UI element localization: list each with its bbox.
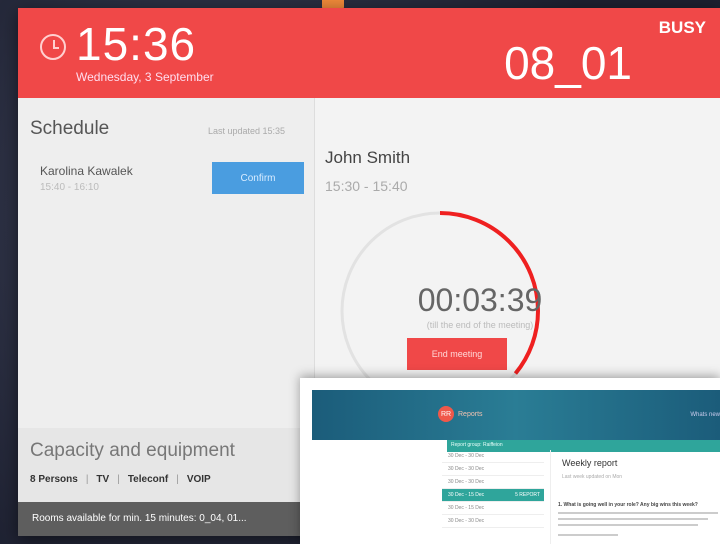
reports-logo: RR (438, 406, 454, 422)
countdown-timer: 00:03:39 (417, 282, 543, 318)
report-text-line (558, 524, 698, 526)
report-text-line (558, 512, 718, 514)
meeting-time: 15:30 - 15:40 (325, 178, 408, 194)
report-title: Weekly report (562, 458, 618, 468)
report-list-item[interactable]: 30 Dec - 15 Dec (442, 502, 544, 515)
report-list-item[interactable]: 30 Dec - 30 Dec (442, 515, 544, 528)
last-updated: Last updated 15:35 (208, 126, 286, 136)
equipment-separator: | (85, 474, 89, 485)
schedule-item-name: Karolina Kawalek (40, 164, 133, 178)
clock-icon (40, 34, 66, 60)
report-count: 5 REPORT (515, 492, 540, 498)
schedule-title: Schedule (30, 118, 110, 139)
reports-app-name: Reports (458, 411, 483, 418)
reports-app-window: RR Reports Whats new Report group: Raiff… (300, 378, 720, 544)
report-divider (550, 450, 551, 544)
report-list-item-label: 30 Dec - 30 Dec (448, 518, 485, 524)
report-list-item[interactable]: 30 Dec - 30 Dec (442, 463, 544, 476)
room-number: 08_01 (504, 37, 632, 89)
report-list-item[interactable]: 30 Dec - 30 Dec (442, 476, 544, 489)
equipment-separator: | (176, 474, 179, 485)
equipment-list: 8 Persons | TV | Teleconf | VOIP (30, 474, 211, 485)
equipment-item: TV (96, 474, 110, 485)
schedule-section: Schedule Last updated 15:35 Karolina Kaw… (18, 98, 315, 428)
current-date: Wednesday, 3 September (76, 70, 214, 84)
report-subtitle: Last week updated on Mon (562, 474, 623, 480)
report-text-line (558, 534, 618, 536)
confirm-button[interactable]: Confirm (212, 162, 304, 194)
equipment-item: 8 Persons (30, 474, 78, 485)
reports-header-link[interactable]: Whats new (690, 412, 720, 418)
equipment-item: Teleconf (127, 474, 169, 485)
equipment-item: VOIP (186, 474, 211, 485)
report-list-item-label: 30 Dec - 30 Dec (448, 479, 485, 485)
countdown-note: (till the end of the meeting) (426, 320, 534, 330)
report-text-line (558, 518, 708, 520)
report-question: 1. What is going well in your role? Any … (558, 502, 698, 508)
rooms-available-text: Rooms available for min. 15 minutes: 0_0… (32, 513, 247, 524)
report-list: 30 Dec - 30 Dec 30 Dec - 30 Dec 30 Dec -… (442, 450, 544, 528)
current-time: 15:36 (76, 18, 197, 70)
report-list-item-label: 30 Dec - 30 Dec (448, 466, 485, 472)
report-group-label: Report group: Raiffeion (451, 442, 503, 448)
equipment-separator: | (117, 474, 120, 485)
meeting-organizer: John Smith (325, 148, 411, 167)
reports-header: RR Reports Whats new Report group: Raiff… (312, 390, 720, 452)
report-list-item-selected[interactable]: 30 Dec - 15 Dec 5 REPORT (442, 489, 544, 502)
report-list-item-label: 30 Dec - 30 Dec (448, 453, 485, 459)
report-list-item[interactable]: 30 Dec - 30 Dec (442, 450, 544, 463)
schedule-item-time: 15:40 - 16:10 (40, 182, 99, 193)
end-meeting-button[interactable]: End meeting (407, 338, 507, 370)
report-list-item-label: 30 Dec - 15 Dec (448, 492, 485, 498)
status-header: 15:36 Wednesday, 3 September 08_01 BUSY (18, 8, 720, 98)
status-badge: BUSY (658, 18, 706, 37)
capacity-title: Capacity and equipment (30, 440, 235, 461)
report-list-item-label: 30 Dec - 15 Dec (448, 505, 485, 511)
